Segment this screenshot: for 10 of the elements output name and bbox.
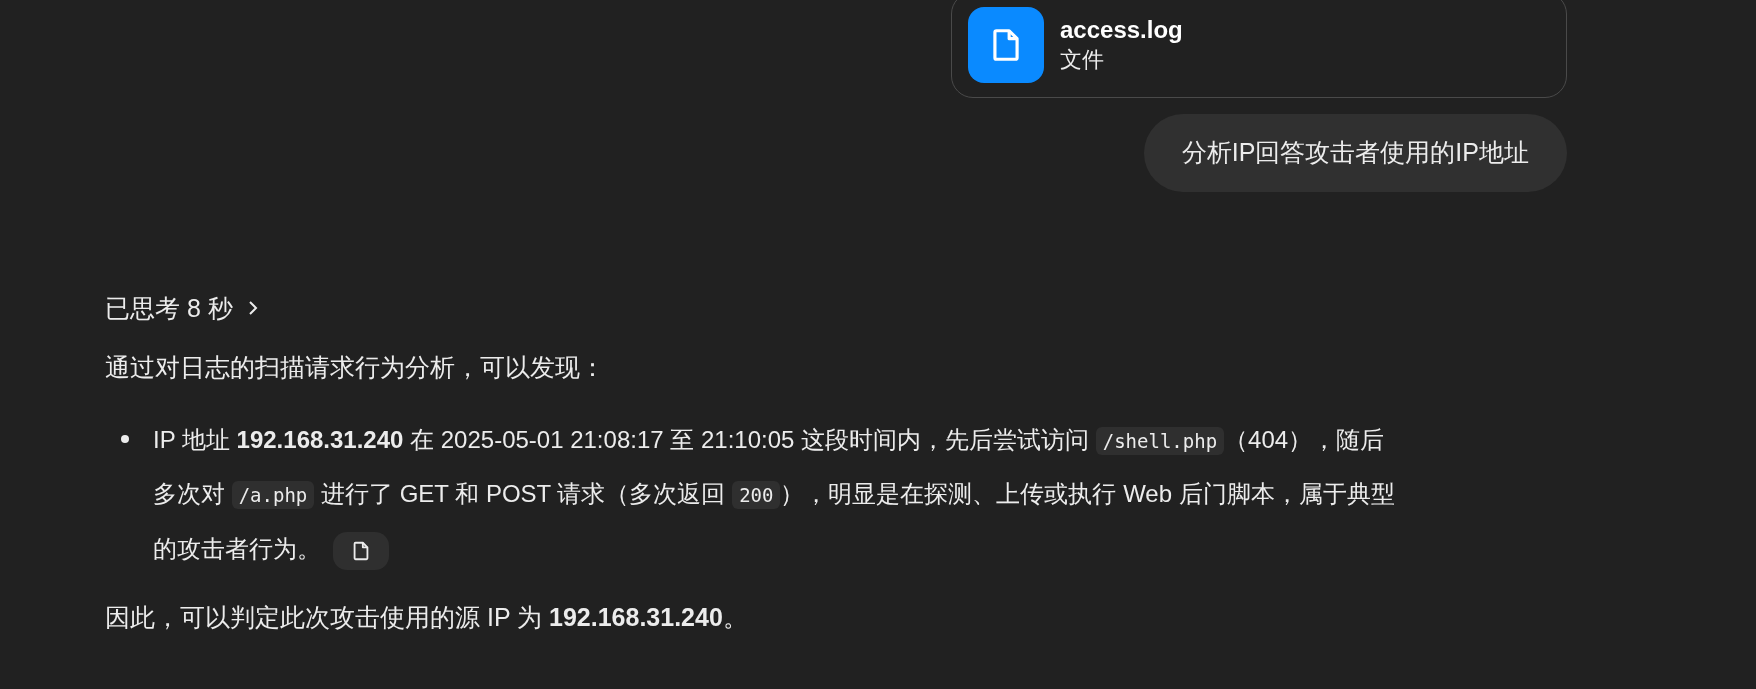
answer-text: 通过对日志的扫描请求行为分析，可以发现：	[105, 352, 606, 383]
user-message: 分析IP回答攻击者使用的IP地址	[1143, 114, 1567, 192]
bullet-text: IP 地址 192.168.31.240 在 2025-05-01 21:08:17 至 21:10:05 这段时间内，先后尝试访问 /shell.php （404），随后多次对 /a.php 进行了 GET 和 POST 请求（多次返回 200 ），明显是在探测、上传或执行 Web 后门脚本，属于典型的攻击者行为。	[153, 412, 1403, 577]
file-attachment-card[interactable]: access.log 文件	[951, 0, 1567, 98]
thinking-toggle[interactable]: 已思考 8 秒	[105, 289, 259, 327]
answer-text: 因此，可以判定此次攻击使用的源 IP 为 192.168.31.240。	[105, 601, 749, 633]
copy-button[interactable]	[333, 531, 389, 570]
bullet-icon	[121, 434, 129, 443]
file-name: access.log	[1060, 15, 1183, 45]
file-type: 文件	[1060, 46, 1105, 75]
